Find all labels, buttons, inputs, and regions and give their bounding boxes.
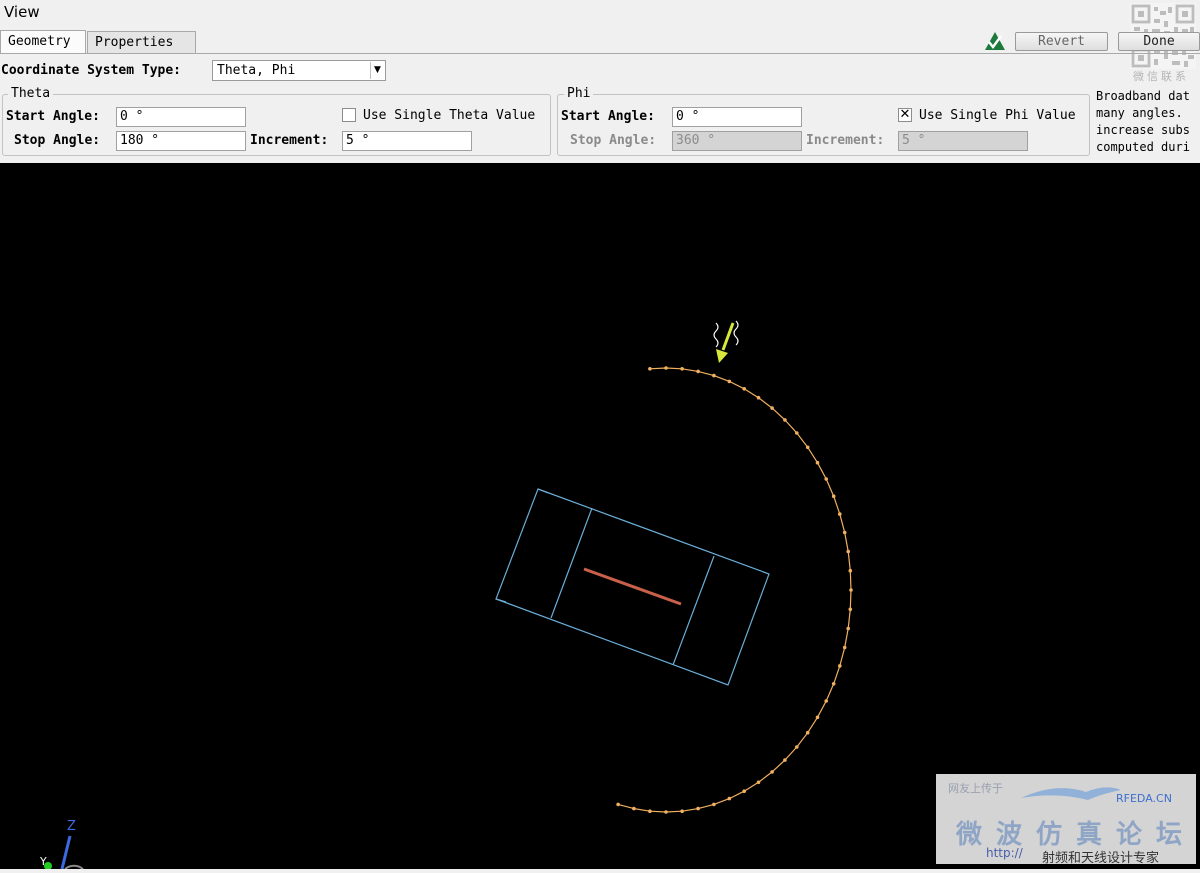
phi-stop-input: 360 ° <box>672 131 802 151</box>
far-field-point <box>815 715 820 720</box>
chevron-down-icon[interactable]: ▼ <box>370 62 384 79</box>
tab-divider <box>0 53 1200 54</box>
far-field-point <box>756 780 761 785</box>
info-line: increase subs <box>1096 123 1190 137</box>
far-field-point <box>770 406 774 410</box>
far-field-point <box>849 588 853 592</box>
use-single-theta-checkbox[interactable] <box>342 108 356 122</box>
far-field-point <box>824 477 828 481</box>
far-field-point <box>838 512 842 516</box>
far-field-point <box>842 645 847 650</box>
coord-system-label: Coordinate System Type: <box>1 63 182 78</box>
dipole-wire[interactable] <box>583 567 682 606</box>
far-field-point <box>742 387 746 391</box>
use-single-phi-checkbox[interactable]: ✕ <box>898 108 912 122</box>
theta-increment-input[interactable]: 5 ° <box>342 131 472 151</box>
qr-caption: 微信联系 <box>1133 70 1189 83</box>
tab-properties[interactable]: Properties <box>87 31 196 53</box>
far-field-point <box>783 418 787 422</box>
far-field-point <box>680 367 684 371</box>
far-field-point <box>805 730 810 735</box>
far-field-point <box>727 796 732 801</box>
plane-wave-source-icon[interactable] <box>713 320 739 363</box>
far-field-arc <box>617 367 852 813</box>
theta-increment-label: Increment: <box>250 133 329 148</box>
far-field-point <box>783 758 787 762</box>
far-field-point <box>616 802 620 807</box>
far-field-point <box>795 431 799 435</box>
watermark-url: http:// <box>986 846 1023 860</box>
revert-button[interactable]: Revert <box>1015 32 1108 51</box>
info-line: many angles. <box>1096 106 1183 120</box>
theta-stop-input[interactable]: 180 ° <box>116 131 246 151</box>
phi-increment-label: Increment: <box>806 133 885 148</box>
watermark-slogan: 射频和天线设计专家 <box>1042 851 1160 866</box>
far-field-point <box>846 626 850 631</box>
window-title: View <box>4 3 40 21</box>
phi-start-label: Start Angle: <box>561 109 655 124</box>
phi-increment-input: 5 ° <box>898 131 1028 151</box>
coord-system-value: Theta, Phi <box>217 63 296 78</box>
far-field-point <box>632 806 636 811</box>
green-check-logo-icon <box>985 32 1005 50</box>
far-field-point <box>770 770 774 774</box>
3d-viewport[interactable]: Z Y <box>0 163 1200 870</box>
done-button[interactable]: Done <box>1118 32 1200 51</box>
theta-start-label: Start Angle: <box>6 109 100 124</box>
far-field-point <box>648 809 652 813</box>
far-field-point <box>664 366 668 370</box>
far-field-point <box>842 530 847 535</box>
far-field-point <box>831 682 836 686</box>
far-field-point <box>727 379 732 384</box>
use-single-phi-label: Use Single Phi Value <box>919 108 1076 123</box>
phi-group-title: Phi <box>564 86 594 101</box>
watermark-brand: RFEDA.CN <box>1116 792 1172 805</box>
phi-start-input[interactable]: 0 ° <box>672 107 802 127</box>
far-field-point <box>848 607 853 612</box>
far-field-point <box>815 460 820 465</box>
far-field-point <box>805 445 810 450</box>
far-field-point <box>824 699 828 703</box>
axis-y-label: Y <box>39 855 47 868</box>
far-field-point <box>648 367 652 371</box>
bird-logo-icon <box>1021 787 1121 800</box>
coord-system-select[interactable]: Theta, Phi ▼ <box>212 60 386 81</box>
theta-group-title: Theta <box>8 86 54 101</box>
theta-stop-label: Stop Angle: <box>14 133 101 148</box>
use-single-theta-label: Use Single Theta Value <box>363 108 536 123</box>
far-field-point <box>712 373 716 378</box>
far-field-point <box>838 664 842 668</box>
far-field-point <box>846 549 850 554</box>
axis-triad: Z Y <box>39 819 84 870</box>
forum-watermark: 网友上传于 RFEDA.CN 微波仿真论坛 http:// 射频和天线设计专家 <box>936 774 1196 866</box>
theta-start-input[interactable]: 0 ° <box>116 107 246 127</box>
info-line: computed duri <box>1096 140 1190 154</box>
info-line: Broadband dat <box>1096 89 1190 103</box>
far-field-point <box>742 789 746 793</box>
far-field-point <box>712 802 716 807</box>
broadband-info-text: Broadband dat many angles. increase subs… <box>1096 88 1200 156</box>
far-field-point <box>664 810 668 814</box>
watermark-top-text: 网友上传于 <box>948 782 1003 795</box>
far-field-point <box>696 369 700 374</box>
far-field-point <box>680 809 684 813</box>
scene-svg: Z Y <box>39 320 853 870</box>
phi-stop-label: Stop Angle: <box>570 133 657 148</box>
tab-geometry[interactable]: Geometry <box>0 30 86 53</box>
far-field-points <box>616 366 853 814</box>
far-field-point <box>848 568 853 573</box>
far-field-point <box>831 494 836 499</box>
far-field-point <box>696 806 700 811</box>
title-bar <box>0 0 1200 27</box>
far-field-point <box>756 395 761 400</box>
axis-z-label: Z <box>67 819 76 834</box>
far-field-point <box>795 745 799 749</box>
